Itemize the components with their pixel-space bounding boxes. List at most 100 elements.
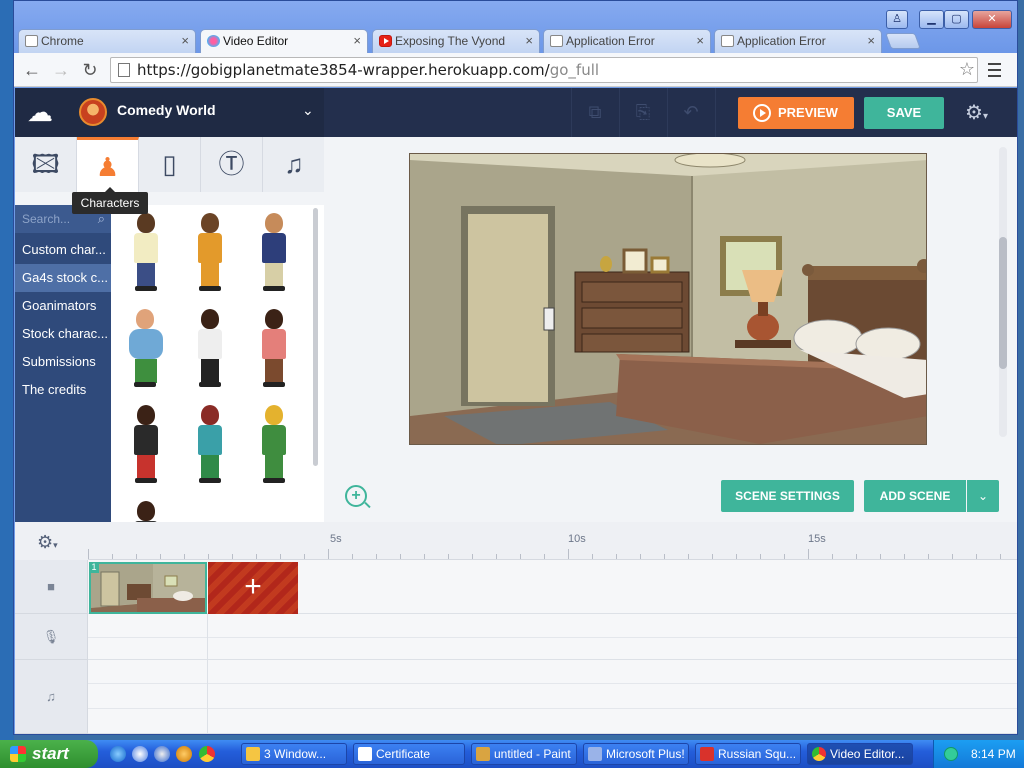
tab-backgrounds[interactable]: 🖾: [15, 137, 77, 192]
character-thumbnail[interactable]: [257, 213, 291, 291]
forward-button[interactable]: →: [50, 59, 72, 81]
sidebar-item-custom-characters[interactable]: Custom char...: [15, 236, 111, 264]
tab-video-editor[interactable]: Video Editor ×: [200, 29, 368, 54]
character-thumbnail[interactable]: [129, 405, 163, 483]
ruler-tick: [88, 549, 89, 559]
scene-clip[interactable]: [89, 562, 207, 614]
undo-icon[interactable]: ↶: [680, 102, 702, 124]
ruler-tick: [592, 554, 593, 559]
tab-application-error-1[interactable]: Application Error ×: [543, 29, 711, 53]
scene-settings-button[interactable]: SCENE SETTINGS: [721, 480, 854, 512]
tab-close-icon[interactable]: ×: [353, 30, 361, 52]
character-thumbnail[interactable]: [193, 213, 227, 291]
minimize-button[interactable]: ▁: [919, 10, 944, 29]
new-tab-button[interactable]: [885, 33, 921, 49]
bookmark-star-icon[interactable]: ☆: [959, 58, 975, 82]
internet-explorer-icon[interactable]: [110, 746, 126, 762]
taskbar-russian-square[interactable]: Russian Squ...: [695, 743, 801, 765]
maximize-button[interactable]: ▢: [944, 10, 969, 29]
add-scene-clip-button[interactable]: +: [208, 562, 298, 614]
music-track-label: ♫: [15, 660, 88, 734]
tab-chrome[interactable]: Chrome ×: [18, 29, 196, 53]
taskbar-video-editor[interactable]: Video Editor...: [807, 743, 913, 765]
back-button[interactable]: ←: [21, 59, 43, 81]
chrome-menu-icon[interactable]: [984, 59, 1006, 81]
tab-close-icon[interactable]: ×: [696, 30, 704, 52]
settings-gear-icon[interactable]: ⚙▾: [965, 100, 988, 125]
address-bar[interactable]: https://gobigplanetmate3854-wrapper.hero…: [110, 57, 978, 83]
vyond-icon: [207, 35, 220, 47]
character-thumbnail[interactable]: [257, 405, 291, 483]
tab-application-error-2[interactable]: Application Error ×: [714, 29, 882, 53]
chevron-down-icon[interactable]: ⌄: [302, 102, 314, 119]
character-thumbnail[interactable]: [129, 501, 163, 522]
chrome-icon[interactable]: [199, 746, 215, 762]
paste-icon[interactable]: ⎘: [632, 102, 654, 124]
sidebar-item-ga4s-stock[interactable]: Ga4s stock c...: [15, 264, 111, 292]
character-thumbnail[interactable]: [257, 309, 291, 387]
taskbar-certificate[interactable]: Certificate: [353, 743, 465, 765]
search-placeholder: Search...: [22, 212, 71, 226]
character-thumbnail[interactable]: [125, 309, 167, 387]
timeline-ruler[interactable]: 5s 10s 15s: [88, 522, 1017, 560]
window-icon: [358, 747, 372, 761]
ruler-tick: [832, 554, 833, 559]
character-thumbnail[interactable]: [129, 213, 163, 291]
add-scene-dropdown-button[interactable]: ⌄: [967, 480, 999, 512]
close-window-button[interactable]: ✕: [972, 10, 1012, 29]
tab-exposing-the-vyond[interactable]: Exposing The Vyond ×: [372, 29, 540, 53]
sidebar-item-stock-characters[interactable]: Stock charac...: [15, 320, 111, 348]
paint-icon: [476, 747, 490, 761]
music-track[interactable]: [88, 660, 1017, 734]
ruler-tick: [376, 554, 377, 559]
tab-text[interactable]: Ⓣ: [201, 137, 263, 192]
task-label: Microsoft Plus!: [606, 747, 685, 761]
character-thumbnail[interactable]: [193, 309, 227, 387]
network-icon[interactable]: [944, 747, 958, 761]
character-thumbnail[interactable]: [193, 405, 227, 483]
copy-icon[interactable]: ⧉: [584, 102, 606, 124]
tab-label: Chrome: [41, 34, 84, 48]
sidebar-item-submissions[interactable]: Submissions: [15, 348, 111, 376]
tab-close-icon[interactable]: ×: [867, 30, 875, 52]
start-button[interactable]: start: [0, 740, 98, 768]
chevron-down-icon: ⌄: [977, 489, 989, 503]
reload-button[interactable]: ↻: [79, 59, 101, 81]
ruler-tick: [424, 554, 425, 559]
theme-selector[interactable]: ☁ Comedy World ⌄: [15, 88, 324, 137]
ruler-tick: [520, 554, 521, 559]
tab-music[interactable]: ♫: [263, 137, 325, 192]
plus-icon: +: [244, 570, 262, 603]
tab-characters[interactable]: ♟: [77, 137, 139, 192]
timeline-settings-icon[interactable]: ⚙▾: [37, 532, 58, 553]
add-scene-button[interactable]: ADD SCENE: [864, 480, 966, 512]
ruler-tick: [952, 554, 953, 559]
upload-cloud-icon[interactable]: ☁: [23, 98, 57, 126]
sidebar-item-goanimators[interactable]: Goanimators: [15, 292, 111, 320]
stage-scrollbar[interactable]: [999, 147, 1007, 437]
task-label: 3 Window...: [264, 747, 327, 761]
media-player-icon[interactable]: [154, 746, 170, 762]
stage-area: + SCENE SETTINGS ADD SCENE ⌄: [324, 137, 1017, 522]
sidebar-item-the-credits[interactable]: The credits: [15, 376, 111, 404]
taskbar-paint[interactable]: untitled - Paint: [471, 743, 577, 765]
tab-close-icon[interactable]: ×: [181, 30, 189, 52]
user-button[interactable]: ♙: [886, 10, 908, 29]
library-scrollbar[interactable]: [313, 208, 318, 466]
tab-props[interactable]: ▯: [139, 137, 201, 192]
scene-canvas[interactable]: [409, 153, 927, 445]
theme-name: Comedy World: [117, 102, 216, 118]
tab-close-icon[interactable]: ×: [525, 30, 533, 52]
zoom-in-icon[interactable]: +: [345, 485, 367, 507]
page-icon: [550, 35, 563, 47]
taskbar-window-group[interactable]: 3 Window...: [241, 743, 347, 765]
messenger-icon[interactable]: [132, 746, 148, 762]
ruler-tick: [352, 554, 353, 559]
tab-label: Application Error: [737, 34, 826, 48]
paint-icon[interactable]: [176, 746, 192, 762]
taskbar-microsoft-plus[interactable]: Microsoft Plus!: [583, 743, 689, 765]
asset-category-tabs: 🖾 ♟ ▯ Ⓣ ♫: [15, 137, 324, 192]
preview-button[interactable]: PREVIEW: [738, 97, 854, 129]
save-button[interactable]: SAVE: [864, 97, 944, 129]
game-cube-icon: [700, 747, 714, 761]
